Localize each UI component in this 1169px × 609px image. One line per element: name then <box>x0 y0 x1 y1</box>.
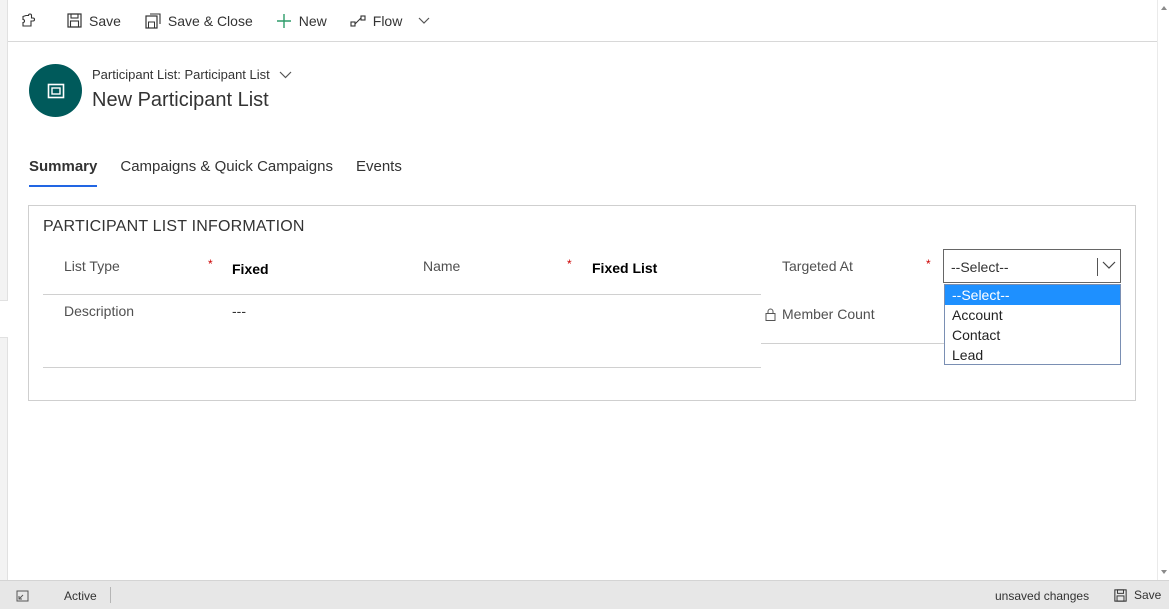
divider <box>43 367 761 368</box>
chevron-down-icon[interactable] <box>418 17 430 25</box>
description-value[interactable]: --- <box>232 303 246 319</box>
section-title: PARTICIPANT LIST INFORMATION <box>43 218 305 235</box>
required-marker: * <box>926 257 931 271</box>
tab-campaigns[interactable]: Campaigns & Quick Campaigns <box>120 158 333 186</box>
save-icon <box>67 13 82 28</box>
entity-avatar <box>29 64 82 117</box>
vertical-scrollbar[interactable] <box>1157 0 1169 580</box>
page-title: New Participant List <box>92 89 269 111</box>
select-separator <box>1097 258 1098 276</box>
flow-button[interactable]: Flow <box>350 0 431 42</box>
list-type-value[interactable]: Fixed <box>232 261 269 277</box>
status-divider <box>110 587 111 603</box>
save-button[interactable]: Save <box>67 0 121 42</box>
unsaved-changes-text: unsaved changes <box>995 589 1090 603</box>
dropdown-option[interactable]: Contact <box>945 325 1120 345</box>
status-save-label: Save <box>1134 588 1162 602</box>
expand-icon[interactable] <box>16 590 29 602</box>
flow-icon <box>350 14 366 27</box>
save-icon <box>1114 588 1127 602</box>
name-label: Name <box>423 258 461 274</box>
list-type-label: List Type <box>64 258 120 274</box>
navigation-button[interactable] <box>20 0 40 42</box>
required-marker: * <box>567 257 572 271</box>
record-status: Active <box>64 589 97 603</box>
gutter-gap <box>0 300 8 338</box>
new-button[interactable]: New <box>276 0 327 42</box>
save-close-label: Save & Close <box>167 12 253 29</box>
targeted-at-select[interactable]: --Select-- <box>943 249 1121 283</box>
puzzle-icon <box>22 13 35 27</box>
targeted-at-dropdown: --Select-- Account Contact Lead <box>944 284 1121 365</box>
flow-label: Flow <box>372 12 403 29</box>
left-gutter <box>0 0 8 580</box>
member-count-label-group: Member Count <box>765 306 875 322</box>
save-close-icon <box>145 12 161 29</box>
name-value[interactable]: Fixed List <box>592 260 657 276</box>
entity-crumb: Participant List: Participant List <box>92 67 270 82</box>
chevron-down-icon[interactable] <box>1102 261 1116 270</box>
divider <box>761 343 944 344</box>
required-marker: * <box>208 257 213 271</box>
member-count-label: Member Count <box>782 306 875 322</box>
form-selector[interactable]: Participant List: Participant List <box>92 67 292 82</box>
tab-list: Summary Campaigns & Quick Campaigns Even… <box>29 158 425 187</box>
participant-list-icon <box>47 83 64 98</box>
tab-summary[interactable]: Summary <box>29 158 98 187</box>
dropdown-option[interactable]: --Select-- <box>945 285 1120 305</box>
command-bar: Save Save & Close New Flow <box>8 0 1157 42</box>
targeted-at-value: --Select-- <box>951 259 1009 275</box>
lock-icon <box>765 308 776 321</box>
divider <box>43 294 761 295</box>
new-label: New <box>298 12 327 29</box>
save-label: Save <box>89 12 121 29</box>
status-save-button[interactable]: Save <box>1114 588 1161 602</box>
chevron-down-icon <box>279 71 292 78</box>
targeted-at-label: Targeted At <box>782 258 853 274</box>
dropdown-option[interactable]: Account <box>945 305 1120 325</box>
scroll-up-icon[interactable] <box>1161 6 1167 10</box>
description-label: Description <box>64 303 135 319</box>
save-close-button[interactable]: Save & Close <box>145 0 253 42</box>
dropdown-option[interactable]: Lead <box>945 345 1120 365</box>
status-bar: Active unsaved changes Save <box>0 580 1169 609</box>
plus-icon <box>276 13 291 28</box>
scroll-down-icon[interactable] <box>1161 570 1167 574</box>
tab-events[interactable]: Events <box>356 158 402 186</box>
